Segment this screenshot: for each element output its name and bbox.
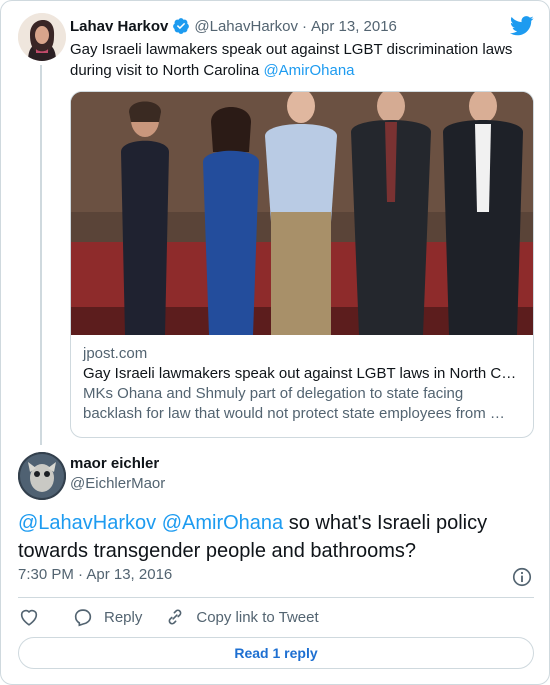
like-button[interactable] xyxy=(18,606,50,628)
link-domain: jpost.com xyxy=(83,345,148,362)
reply-author-name[interactable]: maor eichler xyxy=(70,455,159,472)
reply-label: Reply xyxy=(104,608,143,626)
parent-tweet-header: Lahav Harkov @LahavHarkov · Apr 13, 2016 xyxy=(70,15,397,37)
divider xyxy=(18,597,534,598)
reply-timestamp[interactable]: 7:30 PM · Apr 13, 2016 xyxy=(18,566,172,583)
reply-button[interactable]: Reply xyxy=(72,606,142,628)
twitter-bird-icon[interactable] xyxy=(510,16,534,36)
author-handle[interactable]: @LahavHarkov xyxy=(194,18,298,35)
thread-connector-line xyxy=(40,65,42,445)
copy-link-label: Copy link to Tweet xyxy=(196,608,319,626)
mention-link[interactable]: @AmirOhana xyxy=(162,512,283,534)
embedded-tweet-card: Lahav Harkov @LahavHarkov · Apr 13, 2016… xyxy=(0,0,550,685)
mention-link[interactable]: @LahavHarkov xyxy=(18,512,156,534)
article-photo xyxy=(71,92,533,335)
link-title: Gay Israeli lawmakers speak out against … xyxy=(83,365,517,382)
maor-eichler-avatar[interactable] xyxy=(18,452,66,500)
reply-tweet-text: @LahavHarkov @AmirOhana so what's Israel… xyxy=(18,509,528,565)
lahav-harkov-avatar[interactable] xyxy=(18,13,66,61)
tweet-actions: Reply Copy link to Tweet xyxy=(18,605,341,629)
author-name[interactable]: Lahav Harkov xyxy=(70,18,168,35)
copy-link-button[interactable]: Copy link to Tweet xyxy=(164,606,319,628)
info-icon[interactable] xyxy=(511,566,533,588)
read-replies-button[interactable]: Read 1 reply xyxy=(18,637,534,669)
link-preview-card[interactable]: jpost.com Gay Israeli lawmakers speak ou… xyxy=(70,91,534,438)
mention-link[interactable]: @AmirOhana xyxy=(263,62,354,79)
link-icon xyxy=(168,609,182,625)
heart-icon xyxy=(20,609,38,626)
avatar-photo xyxy=(18,452,66,500)
verified-badge-icon xyxy=(173,18,190,34)
separator-dot: · xyxy=(302,17,307,35)
reply-author-handle[interactable]: @EichlerMaor xyxy=(70,475,165,492)
tweet-date[interactable]: Apr 13, 2016 xyxy=(311,18,397,35)
link-description: MKs Ohana and Shmuly part of delegation … xyxy=(83,385,505,422)
parent-tweet-text: Gay Israeli lawmakers speak out against … xyxy=(70,39,530,81)
avatar-photo xyxy=(18,13,66,61)
reply-icon xyxy=(74,609,92,627)
link-preview-meta: jpost.com Gay Israeli lawmakers speak ou… xyxy=(83,344,523,424)
